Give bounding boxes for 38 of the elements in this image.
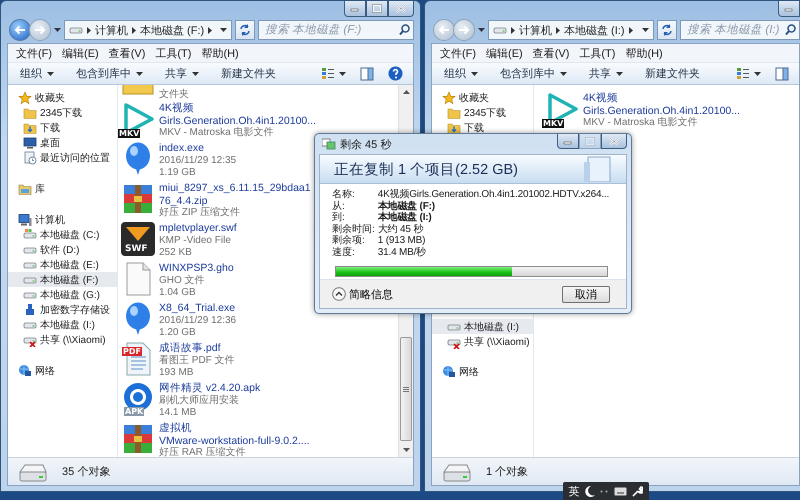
file-detail: 好压 RAR 压缩文件: [159, 447, 247, 457]
file-type-label: PDF: [122, 347, 142, 356]
file-detail: 看图王 PDF 文件: [159, 354, 235, 367]
file-detail: 14.1 MB: [159, 407, 198, 420]
detail-label: 名称:: [332, 189, 356, 200]
detail-label: 到:: [332, 212, 346, 224]
detail-value: 31.4 MB/秒: [378, 246, 428, 258]
dialog-heading: 正在复制 1 个项目(2.52 GB): [334, 160, 518, 178]
file-detail: 1.19 GB: [159, 167, 197, 180]
detail-value: 4K视频Girls.Generation.Oh.4in1.201002.HDTV.x264...: [378, 189, 610, 200]
file-detail: 2016/11/29 12:35: [159, 154, 236, 167]
file-detail: 文件夹: [159, 88, 189, 101]
detail-value: 本地磁盘 (I:): [378, 212, 433, 224]
file-type-label: APK: [124, 407, 144, 416]
file-type-label: SWF: [124, 245, 149, 254]
file-detail: GHO 文件: [159, 274, 206, 287]
file-detail: 2016/11/29 12:36: [159, 314, 236, 327]
file-type-label: MKV: [542, 119, 564, 128]
status-text: 1 个对象: [486, 465, 528, 479]
file-detail: 193 MB: [159, 367, 194, 380]
file-detail: 1.20 GB: [159, 327, 197, 340]
file-detail: MKV - Matroska 电影文件: [159, 127, 274, 140]
detail-value: 1 (913 MB): [378, 235, 426, 246]
file-type-label: MKV: [118, 129, 140, 138]
detail-value: 本地磁盘 (F:): [378, 200, 436, 212]
detail-label: 从:: [332, 200, 346, 212]
detail-label: 速度:: [332, 246, 356, 258]
status-text: 35 个对象: [62, 465, 110, 479]
detail-label: 剩余项:: [332, 235, 366, 246]
file-detail: MKV - Matroska 电影文件: [583, 117, 698, 130]
file-detail: KMP -Video File: [159, 234, 232, 247]
dialog-title: 剩余 45 秒: [340, 138, 392, 152]
file-detail: 252 KB: [159, 247, 193, 260]
detail-value: 大约 45 秒: [378, 224, 424, 235]
detail-label: 剩余时间:: [332, 224, 375, 235]
file-detail: 1.04 GB: [159, 287, 197, 300]
file-detail: 刷机大师应用安装: [159, 394, 240, 407]
file-detail: 好压 ZIP 压缩文件: [159, 207, 241, 220]
